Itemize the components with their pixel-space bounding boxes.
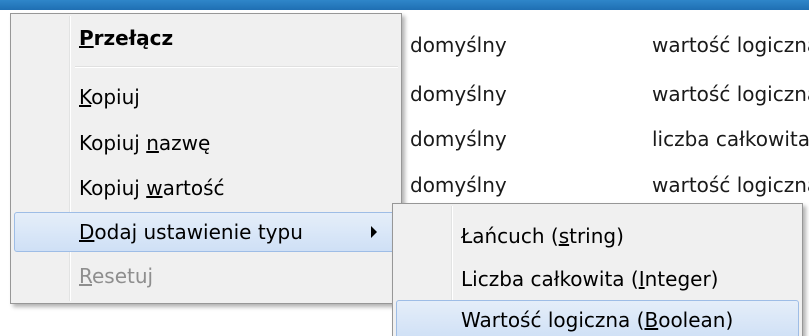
menu-item-toggle[interactable]: Przełącz <box>14 18 398 58</box>
menu-item-label: Kopiuj <box>79 85 140 109</box>
menu-item-label: Kopiuj nazwę <box>79 131 211 155</box>
type-cell: liczba całkowita <box>652 127 809 151</box>
type-cell: wartość logiczna <box>652 33 809 57</box>
menu-item-label: Wartość logiczna (Boolean) <box>461 308 734 332</box>
menu-item-label: Dodaj ustawienie typu <box>79 220 303 244</box>
type-cell: wartość logiczna <box>652 173 809 197</box>
submenu: Łańcuch (string) Liczba całkowita (Integ… <box>392 203 803 336</box>
submenu-item-string[interactable]: Łańcuch (string) <box>396 216 799 256</box>
menu-item-label: Resetuj <box>79 264 154 288</box>
screen: domyślny wartość logiczna domyślny warto… <box>0 0 809 336</box>
menu-item-copy-name[interactable]: Kopiuj nazwę <box>14 123 398 163</box>
window-title-bar <box>0 0 809 10</box>
status-cell: domyślny <box>410 82 507 106</box>
menu-item-label: Przełącz <box>79 26 174 50</box>
menu-item-reset[interactable]: Resetuj <box>14 256 398 296</box>
status-cell: domyślny <box>410 173 507 197</box>
menu-item-label: Łańcuch (string) <box>461 224 624 248</box>
type-cell: wartość logiczna <box>652 82 809 106</box>
menu-item-copy-value[interactable]: Kopiuj wartość <box>14 168 398 208</box>
status-cell: domyślny <box>410 33 507 57</box>
menu-separator <box>75 66 398 67</box>
menu-item-label: Kopiuj wartość <box>79 176 225 200</box>
menu-item-add-setting[interactable]: Dodaj ustawienie typu <box>14 212 398 252</box>
menu-item-copy[interactable]: Kopiuj <box>14 77 398 117</box>
status-cell: domyślny <box>410 127 507 151</box>
submenu-arrow-icon <box>371 226 377 238</box>
menu-item-label: Liczba całkowita (Integer) <box>461 267 719 291</box>
submenu-item-boolean[interactable]: Wartość logiczna (Boolean) <box>396 300 799 336</box>
submenu-item-integer[interactable]: Liczba całkowita (Integer) <box>396 259 799 299</box>
context-menu: Przełącz Kopiuj Kopiuj nazwę Kopiuj wart… <box>10 13 402 304</box>
